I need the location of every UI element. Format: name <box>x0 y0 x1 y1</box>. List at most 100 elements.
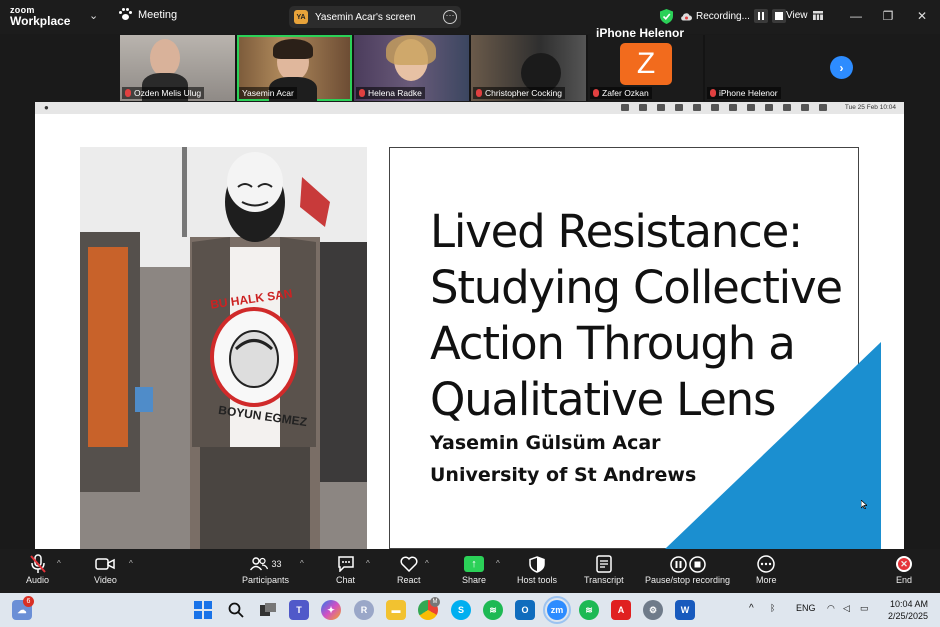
security-shield-icon[interactable] <box>660 9 673 24</box>
copilot-icon[interactable]: ✦ <box>321 600 341 620</box>
view-button[interactable]: View <box>786 10 823 21</box>
mic-muted-icon <box>593 89 599 97</box>
spotify-icon[interactable]: ≋ <box>483 600 503 620</box>
slide-title: Lived Resistance: Studying Collective Ac… <box>430 205 843 426</box>
presenter-avatar: YA <box>294 10 308 24</box>
screen-share-pill[interactable]: YA Yasemin Acar's screen ··· <box>289 6 461 28</box>
participants-button[interactable]: 33 Participants <box>242 553 289 585</box>
participant-name-tag: Christopher Cocking <box>473 87 566 99</box>
chevron-down-icon[interactable]: ⌄ <box>89 9 98 22</box>
meeting-label: Meeting <box>138 9 178 21</box>
host-tools-button[interactable]: Host tools <box>517 553 557 585</box>
mac-clock: Tue 25 Feb 10:04 <box>844 104 896 111</box>
stop-recording-button[interactable] <box>771 9 786 23</box>
mic-muted-icon <box>125 89 131 97</box>
stop-circle-icon <box>688 555 706 573</box>
pause-icon <box>757 12 764 20</box>
share-screen-icon: ↑ <box>464 556 485 572</box>
clock-time: 10:04 AM <box>889 599 928 609</box>
participant-tile[interactable]: Z Zafer Ozkan <box>588 35 703 101</box>
participant-tile[interactable]: iPhone Helenor <box>705 35 820 101</box>
participant-name-tag: Yasemin Acar <box>239 87 297 99</box>
volume-icon[interactable]: ◁ <box>843 603 850 614</box>
wifi-icon[interactable]: ◠ <box>827 603 835 614</box>
participant-strip: Ozden Melis Ulug Yasemin Acar Helena Rad… <box>120 35 820 101</box>
more-options-icon[interactable]: ··· <box>443 10 457 24</box>
bluetooth-icon[interactable]: ᛒ <box>770 603 775 613</box>
participant-big-name: iPhone Helenor <box>596 26 685 40</box>
audio-options-caret-icon[interactable]: ^ <box>57 559 61 568</box>
battery-icon[interactable]: ▭ <box>860 603 869 614</box>
heart-icon <box>400 556 418 572</box>
system-clock[interactable]: 10:04 AM 2/25/2025 <box>888 598 928 622</box>
video-options-caret-icon[interactable]: ^ <box>129 559 133 568</box>
apple-icon: ● <box>44 103 49 112</box>
tray-chevron-up-icon[interactable]: ^ <box>749 603 754 614</box>
meeting-button[interactable]: Meeting <box>118 8 177 22</box>
windows-start-icon[interactable] <box>193 600 213 620</box>
mic-muted-icon <box>476 89 482 97</box>
zoom-logo[interactable]: zoom Workplace <box>10 5 70 27</box>
spotify-icon-2[interactable]: ≋ <box>579 600 599 620</box>
profile-r-icon[interactable]: R <box>354 600 374 620</box>
close-icon[interactable]: ✕ <box>915 9 929 23</box>
skype-icon[interactable]: S <box>451 600 471 620</box>
slide-institution: University of St Andrews <box>430 464 697 486</box>
shared-screen: ● Tue 25 Feb 10:04 BU HALK SAN BOYUN EGM… <box>35 102 904 549</box>
react-options-caret-icon[interactable]: ^ <box>425 559 429 568</box>
chat-button[interactable]: Chat <box>336 553 355 585</box>
task-view-icon[interactable] <box>258 600 278 620</box>
language-indicator[interactable]: ENG <box>796 603 816 613</box>
clock-date: 2/25/2025 <box>887 611 928 621</box>
recording-label: Recording... <box>696 10 750 22</box>
pause-circle-icon <box>669 555 687 573</box>
transcript-button[interactable]: Transcript <box>584 553 624 585</box>
pause-stop-recording-button[interactable]: Pause/stop recording <box>645 553 730 585</box>
share-button[interactable]: ↑ Share <box>462 553 486 585</box>
chrome-profile-badge: M <box>430 597 440 607</box>
participant-name-tag: iPhone Helenor <box>707 87 781 99</box>
mic-muted-icon <box>29 554 46 573</box>
participant-name-tag: Helena Radke <box>356 87 425 99</box>
protest-photo: BU HALK SAN BOYUN EGMEZ <box>80 147 367 549</box>
recording-indicator[interactable]: Recording... <box>680 9 786 23</box>
stop-icon <box>774 12 783 20</box>
participant-name-tag: Zafer Ozkan <box>590 87 652 99</box>
mouse-cursor-icon <box>861 500 867 509</box>
next-page-button[interactable]: › <box>830 56 853 79</box>
chat-options-caret-icon[interactable]: ^ <box>366 559 370 568</box>
teams-icon[interactable]: T <box>289 600 309 620</box>
participant-tile[interactable]: Helena Radke <box>354 35 469 101</box>
more-button[interactable]: More <box>756 553 777 585</box>
more-icon <box>757 555 775 573</box>
end-meeting-button[interactable]: ✕ End <box>896 553 912 585</box>
notification-badge: 6 <box>23 596 34 607</box>
meeting-toolbar: Audio ^ Video ^ 33 Participants ^ Chat ^… <box>0 549 940 593</box>
outlook-icon[interactable]: O <box>515 600 535 620</box>
participant-tile[interactable]: Christopher Cocking <box>471 35 586 101</box>
react-button[interactable]: React <box>397 553 421 585</box>
transcript-icon <box>596 555 612 573</box>
mac-status-icons <box>621 104 827 111</box>
zoom-taskbar-icon[interactable]: zm <box>543 596 571 624</box>
minimize-icon[interactable]: — <box>849 9 863 23</box>
screen-share-label: Yasemin Acar's screen <box>315 11 416 23</box>
participant-tile-active[interactable]: Yasemin Acar <box>237 35 352 101</box>
search-icon[interactable] <box>226 600 246 620</box>
acrobat-icon[interactable]: A <box>611 600 631 620</box>
participants-options-caret-icon[interactable]: ^ <box>300 559 304 568</box>
file-explorer-icon[interactable]: ▬ <box>386 600 406 620</box>
participant-tile[interactable]: Ozden Melis Ulug <box>120 35 235 101</box>
restore-icon[interactable]: ❐ <box>881 9 895 23</box>
logo-line2: Workplace <box>10 14 71 28</box>
view-label: View <box>786 10 808 21</box>
cloud-recording-icon <box>681 12 692 20</box>
settings-gear-icon[interactable]: ⚙ <box>643 600 663 620</box>
pause-recording-button[interactable] <box>753 9 768 23</box>
video-button[interactable]: Video <box>94 553 117 585</box>
audio-button[interactable]: Audio <box>26 553 49 585</box>
video-camera-icon <box>95 558 116 570</box>
share-options-caret-icon[interactable]: ^ <box>496 559 500 568</box>
word-icon[interactable]: W <box>675 600 695 620</box>
grid-view-icon <box>812 11 823 20</box>
